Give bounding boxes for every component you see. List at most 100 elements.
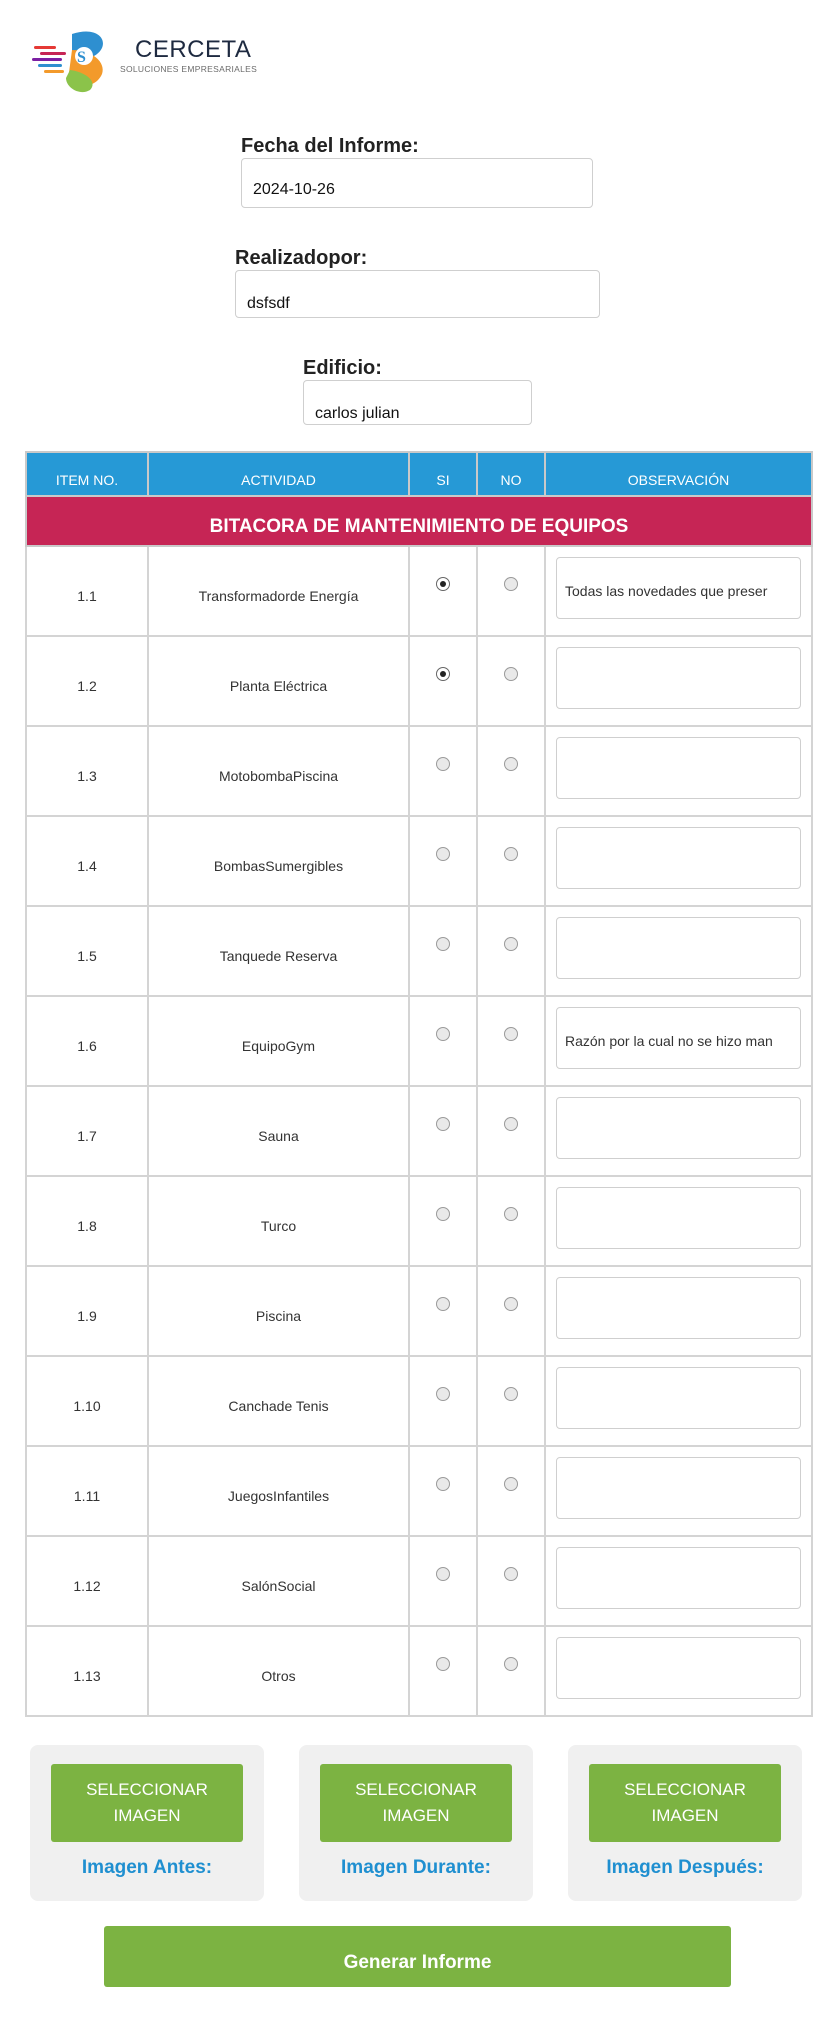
table-row: 1.6 EquipoGym Razón por la cual no se hizo…: [25, 995, 813, 1087]
observacion-cell: [544, 1535, 813, 1627]
table-row: 1.9 Piscina: [25, 1265, 813, 1357]
si-radio[interactable]: [436, 937, 450, 951]
no-radio[interactable]: [504, 1657, 518, 1671]
no-cell: [476, 1085, 546, 1177]
si-cell: [408, 1085, 478, 1177]
observacion-cell: Razón por la cual no se hizo man: [544, 995, 813, 1087]
observacion-input[interactable]: [556, 917, 801, 979]
si-radio[interactable]: [436, 847, 450, 861]
no-radio[interactable]: [504, 1027, 518, 1041]
image-despues-label: Imagen Después:: [606, 1857, 764, 1878]
brand-name: CERCETA: [135, 36, 252, 63]
no-cell: [476, 1355, 546, 1447]
no-radio[interactable]: [504, 1477, 518, 1491]
observacion-cell: [544, 1265, 813, 1357]
actividad-name: JuegosInfantiles: [227, 1488, 330, 1504]
fecha-input[interactable]: 2024-10-26: [241, 158, 593, 208]
si-cell: [408, 1625, 478, 1717]
no-radio[interactable]: [504, 667, 518, 681]
observacion-input[interactable]: [556, 737, 801, 799]
observacion-input[interactable]: [556, 1187, 801, 1249]
select-image-durante-button[interactable]: SELECCIONAR IMAGEN: [320, 1764, 512, 1842]
observacion-input[interactable]: Todas las novedades que preser: [556, 557, 801, 619]
si-cell: [408, 1445, 478, 1537]
actividad-name: Tanquede Reserva: [219, 948, 338, 964]
actividad-name: BombasSumergibles: [213, 858, 344, 874]
actividad-cell: Piscina: [147, 1265, 410, 1357]
table-header-row: ITEM NO. ACTIVIDAD SI NO OBSERVACIÓN: [25, 451, 813, 497]
si-radio[interactable]: [436, 1387, 450, 1401]
item-number: 1.5: [77, 948, 97, 964]
no-cell: [476, 635, 546, 727]
select-image-despues-button[interactable]: SELECCIONAR IMAGEN: [589, 1764, 781, 1842]
table-row: 1.5 Tanquede Reserva: [25, 905, 813, 997]
item-number: 1.11: [73, 1488, 101, 1504]
observacion-input[interactable]: [556, 1367, 801, 1429]
si-radio[interactable]: [436, 1207, 450, 1221]
actividad-cell: Turco: [147, 1175, 410, 1267]
no-radio[interactable]: [504, 1387, 518, 1401]
table-title-row: BITACORA DE MANTENIMIENTO DE EQUIPOS: [25, 495, 813, 547]
header-no: NO: [476, 451, 546, 497]
table-row: 1.10 Canchade Tenis: [25, 1355, 813, 1447]
observacion-input[interactable]: [556, 827, 801, 889]
no-radio[interactable]: [504, 937, 518, 951]
select-image-line1: SELECCIONAR: [355, 1780, 477, 1799]
header-si: SI: [408, 451, 478, 497]
observacion-input[interactable]: [556, 1547, 801, 1609]
no-cell: [476, 1445, 546, 1537]
select-image-line2: IMAGEN: [113, 1806, 181, 1825]
no-radio[interactable]: [504, 1117, 518, 1131]
actividad-cell: BombasSumergibles: [147, 815, 410, 907]
no-radio[interactable]: [504, 1207, 518, 1221]
no-radio[interactable]: [504, 847, 518, 861]
si-radio[interactable]: [436, 1117, 450, 1131]
si-cell: [408, 1355, 478, 1447]
observacion-cell: [544, 1445, 813, 1537]
item-number: 1.2: [77, 678, 97, 694]
observacion-input[interactable]: [556, 1097, 801, 1159]
si-radio[interactable]: [436, 1027, 450, 1041]
observacion-cell: [544, 1355, 813, 1447]
si-cell: [408, 905, 478, 997]
observacion-cell: [544, 815, 813, 907]
no-radio[interactable]: [504, 1567, 518, 1581]
actividad-cell: Otros: [147, 1625, 410, 1717]
generate-report-button[interactable]: Generar Informe: [104, 1926, 731, 1987]
si-radio[interactable]: [436, 1297, 450, 1311]
no-radio[interactable]: [504, 577, 518, 591]
svg-text:S: S: [77, 49, 86, 66]
table-row: 1.12 SalónSocial: [25, 1535, 813, 1627]
header-actividad: ACTIVIDAD: [147, 451, 410, 497]
no-radio[interactable]: [504, 757, 518, 771]
edificio-input[interactable]: carlos julian: [303, 380, 532, 425]
si-radio[interactable]: [436, 667, 450, 681]
actividad-cell: Sauna: [147, 1085, 410, 1177]
observacion-input[interactable]: [556, 1457, 801, 1519]
observacion-input[interactable]: [556, 647, 801, 709]
table-row: 1.13 Otros: [25, 1625, 813, 1717]
select-image-antes-button[interactable]: SELECCIONAR IMAGEN: [51, 1764, 243, 1842]
realizado-input[interactable]: dsfsdf: [235, 270, 600, 318]
si-radio[interactable]: [436, 1477, 450, 1491]
si-radio[interactable]: [436, 577, 450, 591]
no-cell: [476, 725, 546, 817]
observacion-input[interactable]: [556, 1637, 801, 1699]
actividad-name: MotobombaPiscina: [218, 768, 339, 784]
si-radio[interactable]: [436, 1657, 450, 1671]
realizado-label: Realizadopor:: [235, 247, 368, 269]
item-number: 1.13: [73, 1668, 101, 1684]
observacion-input[interactable]: Razón por la cual no se hizo man: [556, 1007, 801, 1069]
no-radio[interactable]: [504, 1297, 518, 1311]
actividad-cell: Tanquede Reserva: [147, 905, 410, 997]
observacion-cell: [544, 905, 813, 997]
si-radio[interactable]: [436, 757, 450, 771]
actividad-name: Sauna: [258, 1128, 299, 1144]
table-title: BITACORA DE MANTENIMIENTO DE EQUIPOS: [25, 495, 813, 547]
item-cell: 1.6: [25, 995, 149, 1087]
si-cell: [408, 1535, 478, 1627]
observacion-cell: [544, 635, 813, 727]
observacion-input[interactable]: [556, 1277, 801, 1339]
si-radio[interactable]: [436, 1567, 450, 1581]
actividad-cell: MotobombaPiscina: [147, 725, 410, 817]
